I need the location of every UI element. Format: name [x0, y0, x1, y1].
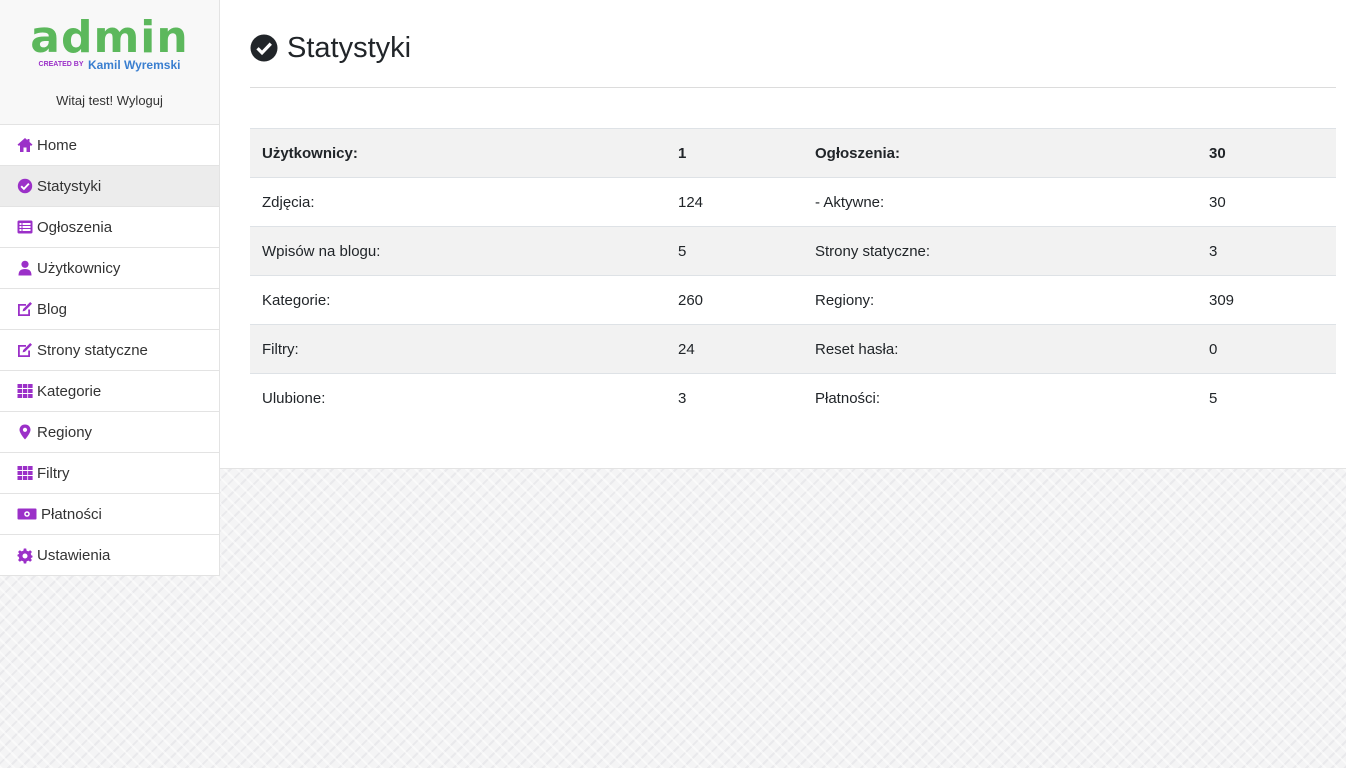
grid-icon	[16, 465, 33, 482]
sidebar-item-label: Strony statyczne	[37, 341, 148, 359]
stat-label: Płatności:	[815, 389, 881, 407]
stat-label: Kategorie:	[262, 291, 331, 309]
edit-icon	[16, 342, 33, 359]
logo-word: admin	[30, 12, 189, 63]
grid-icon	[16, 383, 33, 400]
sidebar-item-ustawienia[interactable]: Ustawienia	[0, 535, 219, 576]
sidebar-item-filtry[interactable]: Filtry	[0, 453, 219, 494]
stat-value: 30	[1209, 144, 1226, 162]
logo-credit: CREATED BY Kamil Wyremski	[30, 58, 190, 72]
logout-link[interactable]: Wyloguj	[117, 93, 163, 108]
logo-created-label: CREATED BY	[38, 61, 84, 68]
stat-label: Regiony:	[815, 291, 875, 309]
edit-icon	[16, 301, 33, 318]
stat-value: 1	[678, 144, 687, 162]
sidebar-item-label: Filtry	[37, 464, 70, 482]
sidebar-item-label: Ustawienia	[37, 547, 111, 564]
map-marker-icon	[16, 424, 33, 441]
table-row: Ulubione: 3 Płatności: 5	[250, 373, 1336, 423]
sidebar-item-ogloszenia[interactable]: Ogłoszenia	[0, 207, 219, 248]
sidebar-menu: Home Statystyki Ogłoszenia Użytkownicy B…	[0, 125, 219, 576]
stat-value: 3	[1209, 242, 1218, 260]
stat-value: 5	[1209, 389, 1218, 407]
sidebar-item-label: Regiony	[37, 423, 93, 441]
sidebar-item-regiony[interactable]: Regiony	[0, 412, 219, 453]
stat-value: 3	[678, 389, 687, 407]
user-icon	[16, 260, 33, 277]
stat-value: 124	[678, 193, 704, 211]
sidebar-item-label: Ogłoszenia	[37, 218, 113, 236]
sidebar-item-label: Blog	[37, 300, 68, 318]
sidebar-item-label: Płatności	[41, 505, 102, 523]
sidebar-item-platnosci[interactable]: Płatności	[0, 494, 219, 535]
logo-author: Kamil Wyremski	[87, 58, 181, 72]
sidebar-item-label: Użytkownicy	[37, 259, 121, 277]
page-header: Statystyki	[250, 30, 1336, 88]
sidebar-item-home[interactable]: Home	[0, 125, 219, 166]
stat-label: Strony statyczne:	[815, 242, 931, 260]
table-row: Użytkownicy: 1 Ogłoszenia: 30	[250, 128, 1336, 178]
brand-panel: admin CREATED BY Kamil Wyremski Witaj te…	[0, 0, 219, 125]
stat-value: 30	[1209, 193, 1226, 211]
stat-value: 24	[678, 340, 695, 358]
stat-label: - Aktywne:	[815, 193, 885, 211]
sidebar-item-uzytkownicy[interactable]: Użytkownicy	[0, 248, 219, 289]
sidebar-item-label: Kategorie	[37, 382, 102, 400]
statistics-table: Użytkownicy: 1 Ogłoszenia: 30 Zdjęcia: 1…	[250, 128, 1336, 423]
sidebar-item-blog[interactable]: Blog	[0, 289, 219, 330]
money-icon	[16, 506, 37, 523]
stat-label: Zdjęcia:	[262, 193, 315, 211]
sidebar-item-kategorie[interactable]: Kategorie	[0, 371, 219, 412]
sidebar-item-label: Home	[37, 136, 78, 154]
stat-label: Użytkownicy:	[262, 144, 358, 162]
sidebar-item-statystyki[interactable]: Statystyki	[0, 166, 219, 207]
stat-value: 260	[678, 291, 704, 309]
welcome-text: Witaj test!	[56, 93, 114, 108]
gear-icon	[16, 547, 33, 564]
stat-value: 309	[1209, 291, 1235, 309]
check-circle-icon	[250, 34, 278, 62]
stat-label: Filtry:	[262, 340, 299, 358]
table-row: Kategorie: 260 Regiony: 309	[250, 275, 1336, 325]
stat-value: 0	[1209, 340, 1218, 358]
home-icon	[16, 137, 33, 154]
sidebar-item-label: Statystyki	[37, 177, 102, 195]
list-icon	[16, 219, 33, 236]
stat-label: Wpisów na blogu:	[262, 242, 381, 260]
stat-label: Ogłoszenia:	[815, 144, 901, 162]
admin-logo[interactable]: admin CREATED BY Kamil Wyremski	[30, 14, 190, 76]
sidebar-item-strony-statyczne[interactable]: Strony statyczne	[0, 330, 219, 371]
stat-label: Reset hasła:	[815, 340, 899, 358]
page-title: Statystyki	[287, 32, 412, 64]
table-row: Zdjęcia: 124 - Aktywne: 30	[250, 177, 1336, 227]
welcome-line: Witaj test! Wyloguj	[0, 93, 219, 108]
table-row: Filtry: 24 Reset hasła: 0	[250, 324, 1336, 374]
stat-label: Ulubione:	[262, 389, 326, 407]
sidebar: admin CREATED BY Kamil Wyremski Witaj te…	[0, 0, 220, 576]
table-row: Wpisów na blogu: 5 Strony statyczne: 3	[250, 226, 1336, 276]
main-content: Statystyki Użytkownicy: 1 Ogłoszenia: 30…	[220, 0, 1346, 469]
stat-value: 5	[678, 242, 687, 260]
check-circle-icon	[16, 178, 33, 195]
